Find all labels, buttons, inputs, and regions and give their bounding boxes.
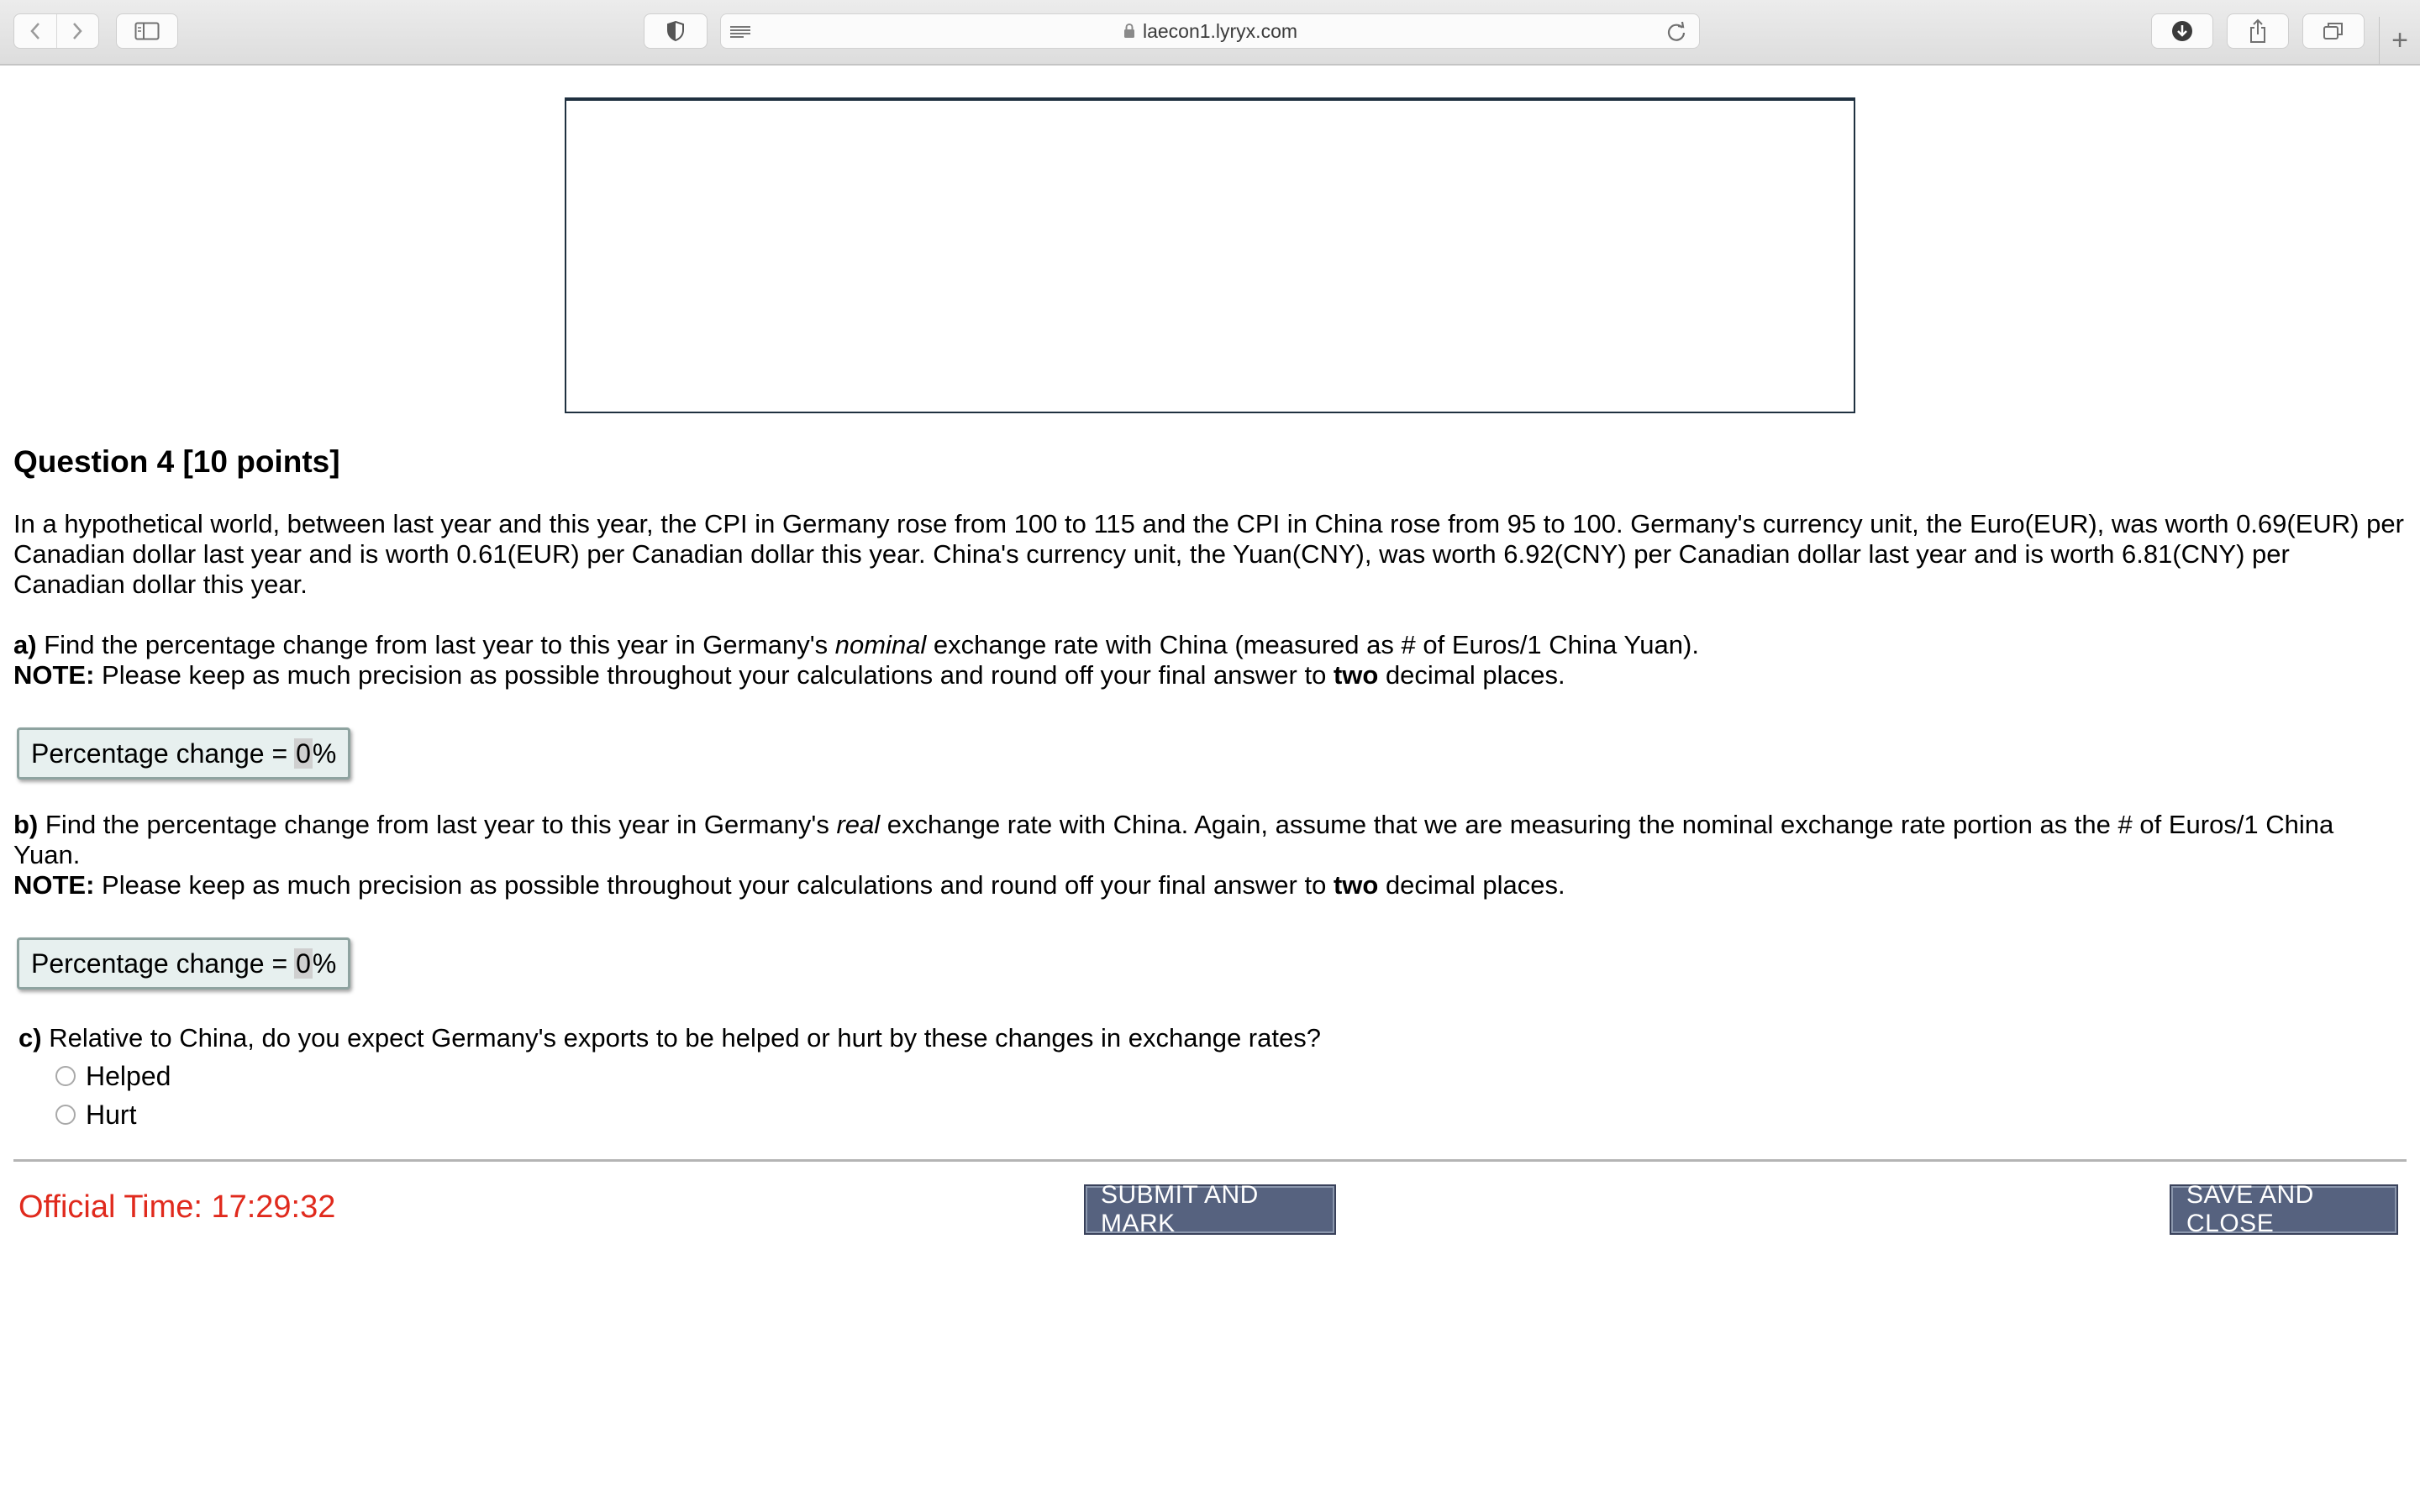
part-c-prompt: c) Relative to China, do you expect Germ…	[18, 1023, 2407, 1053]
part-a-answer-label: Percentage change =	[31, 738, 288, 769]
option-hurt[interactable]: Hurt	[55, 1095, 2407, 1134]
share-icon	[2250, 18, 2265, 43]
sidebar-icon	[134, 22, 160, 40]
part-b-note-label: NOTE:	[13, 870, 95, 900]
submit-and-mark-button[interactable]: SUBMIT AND MARK	[1086, 1181, 1334, 1237]
option-helped-label: Helped	[86, 1061, 171, 1091]
part-a-answer-unit: %	[312, 738, 337, 769]
back-button[interactable]	[14, 14, 56, 48]
url-text: laecon1.lyryx.com	[1142, 19, 1298, 42]
save-and-close-button[interactable]: SAVE AND CLOSE	[2171, 1181, 2396, 1237]
question-content: Question 4 [10 points] In a hypothetical…	[13, 444, 2407, 1134]
option-hurt-label: Hurt	[86, 1100, 137, 1130]
part-c-text: Relative to China, do you expect Germany…	[41, 1023, 1321, 1053]
share-button[interactable]	[2227, 13, 2289, 49]
part-a-text-end: exchange rate with China (measured as # …	[926, 630, 1699, 659]
part-a-prompt: a) Find the percentage change from last …	[13, 630, 2407, 690]
privacy-shield-button[interactable]	[644, 13, 708, 49]
address-bar[interactable]: laecon1.lyryx.com	[720, 13, 1700, 49]
download-icon	[2172, 21, 2192, 41]
part-a-note-end: decimal places.	[1378, 660, 1565, 690]
downloads-button[interactable]	[2151, 13, 2213, 49]
reader-icon	[730, 26, 750, 38]
question-intro: In a hypothetical world, between last ye…	[13, 509, 2404, 599]
part-b-answer-unit: %	[312, 948, 337, 979]
option-helped[interactable]: Helped	[55, 1057, 2407, 1095]
part-a-note-bold: two	[1333, 660, 1379, 690]
chevron-left-icon	[30, 23, 39, 39]
reload-icon[interactable]	[1665, 21, 1687, 48]
part-a-label: a)	[13, 630, 37, 659]
part-b-answer-input[interactable]: 0	[294, 948, 313, 979]
part-b-note-end: decimal places.	[1378, 870, 1565, 900]
shield-icon	[667, 20, 684, 42]
reader-view-button[interactable]	[721, 14, 760, 50]
chevron-right-icon	[73, 23, 82, 39]
official-timer: Official Time: 17:29:32	[18, 1189, 336, 1225]
part-b-answer-box: Percentage change = 0%	[17, 937, 351, 990]
sidebar-button[interactable]	[116, 13, 178, 49]
part-b-emphasis: real	[836, 810, 881, 839]
question-title: Question 4 [10 points]	[13, 444, 340, 479]
part-c-label: c)	[18, 1023, 42, 1053]
part-a-note: Please keep as much precision as possibl…	[94, 660, 1334, 690]
part-b-text: Find the percentage change from last yea…	[38, 810, 837, 839]
lock-icon	[1123, 23, 1136, 39]
plus-icon: +	[2391, 24, 2408, 56]
part-b-note: Please keep as much precision as possibl…	[94, 870, 1334, 900]
part-a-answer-input[interactable]: 0	[294, 738, 313, 769]
tabs-icon	[2323, 23, 2343, 39]
navigation-buttons	[13, 13, 99, 49]
part-a-emphasis: nominal	[834, 630, 927, 659]
tabs-overview-button[interactable]	[2302, 13, 2365, 49]
part-b-answer-label: Percentage change =	[31, 948, 288, 979]
embedded-frame	[565, 97, 1855, 413]
divider	[13, 1159, 2407, 1162]
part-a-text: Find the percentage change from last yea…	[36, 630, 835, 659]
part-a-note-label: NOTE:	[13, 660, 95, 690]
radio-helped[interactable]	[55, 1066, 76, 1086]
part-b-prompt: b) Find the percentage change from last …	[13, 810, 2407, 900]
forward-button[interactable]	[55, 14, 99, 48]
new-tab-button[interactable]: +	[2379, 17, 2420, 64]
radio-hurt[interactable]	[55, 1105, 76, 1125]
part-b-note-bold: two	[1333, 870, 1379, 900]
part-a-answer-box: Percentage change = 0%	[17, 727, 351, 780]
browser-toolbar: laecon1.lyryx.com +	[0, 0, 2420, 66]
part-b-label: b)	[13, 810, 39, 839]
